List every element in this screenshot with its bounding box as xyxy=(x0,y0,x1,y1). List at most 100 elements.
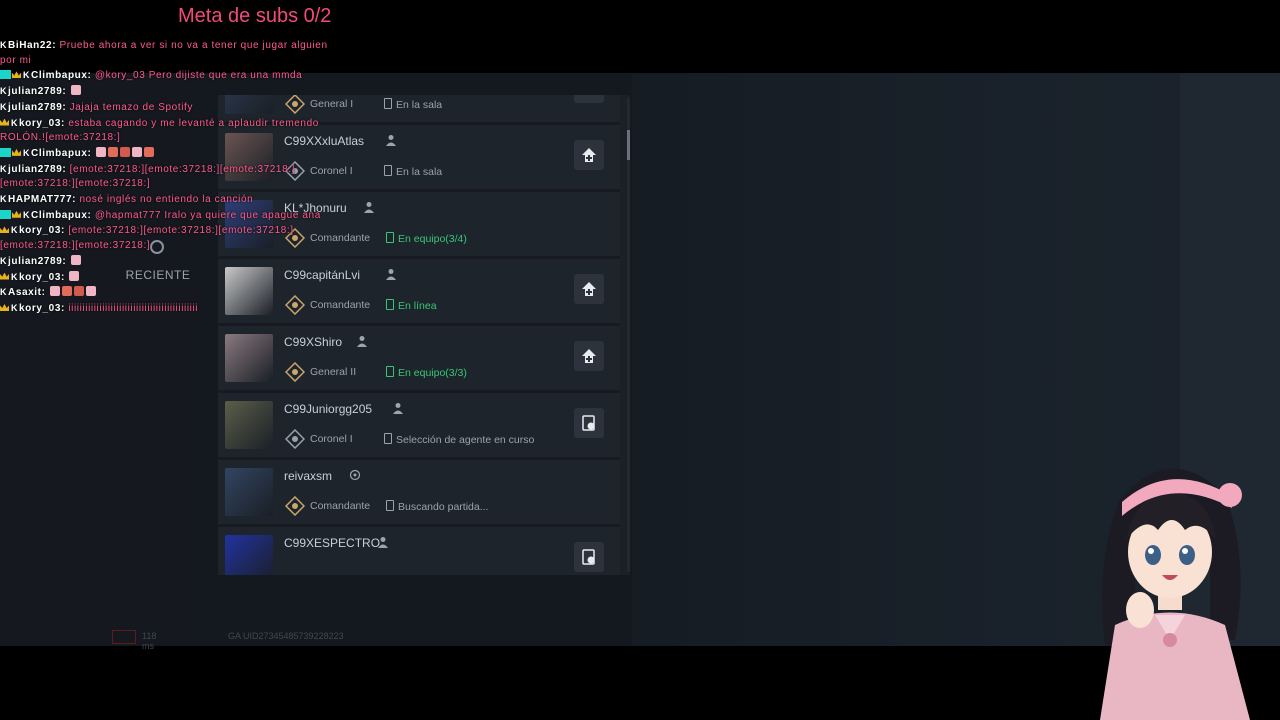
chat-emote-icon xyxy=(143,146,154,157)
kick-badge-icon: K xyxy=(23,70,31,81)
sub-goal-label: Meta de subs 0/2 xyxy=(178,5,332,27)
kick-badge-icon: K xyxy=(11,302,19,313)
scrollbar-thumb[interactable] xyxy=(627,130,630,160)
kick-badge-icon: K xyxy=(0,194,8,205)
rank-insignia-icon xyxy=(285,429,305,449)
chat-emote-icon xyxy=(119,146,130,157)
crown-badge-icon xyxy=(0,226,9,234)
crown-badge-icon xyxy=(12,71,21,79)
friend-avatar xyxy=(225,468,273,516)
friend-avatar xyxy=(225,535,273,575)
chat-emote-icon xyxy=(73,286,84,297)
chat-message: Kjulian2789: xyxy=(0,254,360,270)
kick-badge-icon: K xyxy=(0,86,8,97)
ping-readout: 118 ms xyxy=(142,631,157,651)
chat-emote-icon xyxy=(131,146,142,157)
kick-badge-icon: K xyxy=(11,225,19,236)
kick-badge-icon: K xyxy=(23,209,31,220)
invite-icon xyxy=(582,282,596,296)
friend-status: En equipo(3/3) xyxy=(386,366,467,379)
kick-badge-icon: K xyxy=(0,163,8,174)
chat-username: julian2789 xyxy=(8,101,63,113)
chat-message: Kkory_03: estaba cagando y me levanté a … xyxy=(0,116,345,146)
chat-username: Climbapux xyxy=(31,70,88,82)
invite-icon xyxy=(582,148,596,162)
spectate-button[interactable] xyxy=(574,542,604,572)
friend-status: En la sala xyxy=(384,98,442,111)
chat-username: Asaxit xyxy=(8,287,42,299)
friends-scrollbar[interactable] xyxy=(627,98,630,572)
chat-message: Kkory_03: [emote:37218:][emote:37218:][e… xyxy=(0,223,345,253)
chat-message: KAsaxit: xyxy=(0,285,360,301)
status-device-icon xyxy=(384,98,392,109)
chat-separator: : xyxy=(87,70,95,82)
chat-username: BiHan22 xyxy=(8,40,53,51)
chat-username: kory_03 xyxy=(19,225,62,237)
chat-emote-icon xyxy=(107,146,118,157)
uid-readout: GA UID27345485739228223 xyxy=(228,631,344,641)
invite-button[interactable] xyxy=(574,274,604,304)
friend-rank: Comandante xyxy=(310,500,371,512)
chat-message: Kkory_03: iiiiiiiiiiiiiiiiiiiiiiiiiiiiii… xyxy=(0,301,360,313)
chat-emote-icon xyxy=(70,254,81,265)
chat-username: Climbapux xyxy=(31,209,88,221)
friend-status-text: En la sala xyxy=(396,166,443,178)
kick-badge-icon: K xyxy=(0,255,8,266)
friend-person-icon xyxy=(356,336,367,347)
status-device-icon xyxy=(384,165,392,176)
crown-badge-icon xyxy=(12,148,21,156)
rank-insignia-icon xyxy=(285,496,305,516)
crown-badge-icon xyxy=(12,210,21,218)
friend-name: reivaxsm xyxy=(284,469,333,483)
friend-name: C99XESPECTRO xyxy=(284,536,381,550)
chat-message: Kkory_03: xyxy=(0,270,360,286)
kick-badge-icon: K xyxy=(23,147,31,158)
online-icon xyxy=(349,469,360,481)
friend-status-text: Selección de agente en curso xyxy=(396,434,535,446)
friend-row[interactable]: C99Juniorgg205 Coronel I Selección de agen… xyxy=(218,393,620,460)
chat-username: kory_03 xyxy=(19,302,62,313)
chat-username: kory_03 xyxy=(19,271,62,283)
chat-separator: : xyxy=(52,40,60,51)
status-device-icon xyxy=(386,500,394,511)
kick-badge-icon: K xyxy=(0,287,8,298)
crown-badge-icon xyxy=(0,118,9,126)
chat-message: KBiHan22: Pruebe ahora a ver si no va a … xyxy=(0,38,345,68)
friend-status-text: En equipo(3/4) xyxy=(398,233,467,245)
chat-message: KClimbapux: @kory_03 Pero dijiste que er… xyxy=(0,68,360,84)
chat-emote-icon xyxy=(95,146,106,157)
friend-status: En la sala xyxy=(384,165,442,178)
chat-message: KClimbapux: xyxy=(0,146,360,162)
friend-avatar xyxy=(225,401,273,449)
friend-row[interactable]: reivaxsm Comandante Buscando partida... xyxy=(218,460,620,527)
chat-separator: : xyxy=(62,163,70,175)
chat-overlay: KBiHan22: Pruebe ahora a ver si no va a … xyxy=(0,38,360,313)
friend-person-icon xyxy=(385,269,396,280)
invite-button[interactable] xyxy=(574,95,604,103)
chat-emote-icon xyxy=(69,270,80,281)
friend-rank: Coronel I xyxy=(310,433,353,445)
chat-message: Kjulian2789: xyxy=(0,84,360,100)
chat-message: Kjulian2789: [emote:37218:][emote:37218:… xyxy=(0,162,345,192)
chat-separator: : xyxy=(87,209,95,221)
chat-emote-icon xyxy=(61,286,72,297)
invite-button[interactable] xyxy=(574,140,604,170)
friend-row[interactable]: C99XShiro General II En equipo(3/3) xyxy=(218,326,620,393)
invite-button[interactable] xyxy=(574,341,604,371)
chat-username: HAPMAT777 xyxy=(8,194,73,206)
friend-row[interactable]: C99XESPECTRO xyxy=(218,527,620,575)
status-device-icon xyxy=(386,232,394,243)
invite-icon xyxy=(582,349,596,363)
chat-username: julian2789 xyxy=(8,86,63,98)
chat-separator: : xyxy=(41,287,49,299)
chat-text: iiiiiiiiiiiiiiiiiiiiiiiiiiiiiiiiiiiiiiii… xyxy=(68,302,199,313)
invite-icon xyxy=(580,95,598,97)
chat-message: KHAPMAT777: nosé inglés no entiendo la c… xyxy=(0,192,360,208)
kick-badge-icon: K xyxy=(0,101,8,112)
friend-person-icon xyxy=(385,135,396,146)
chat-username: julian2789 xyxy=(8,163,63,175)
friend-avatar xyxy=(225,334,273,382)
spectate-button[interactable] xyxy=(574,408,604,438)
friend-name: C99XShiro xyxy=(284,335,343,349)
friend-status: En línea xyxy=(386,299,437,312)
